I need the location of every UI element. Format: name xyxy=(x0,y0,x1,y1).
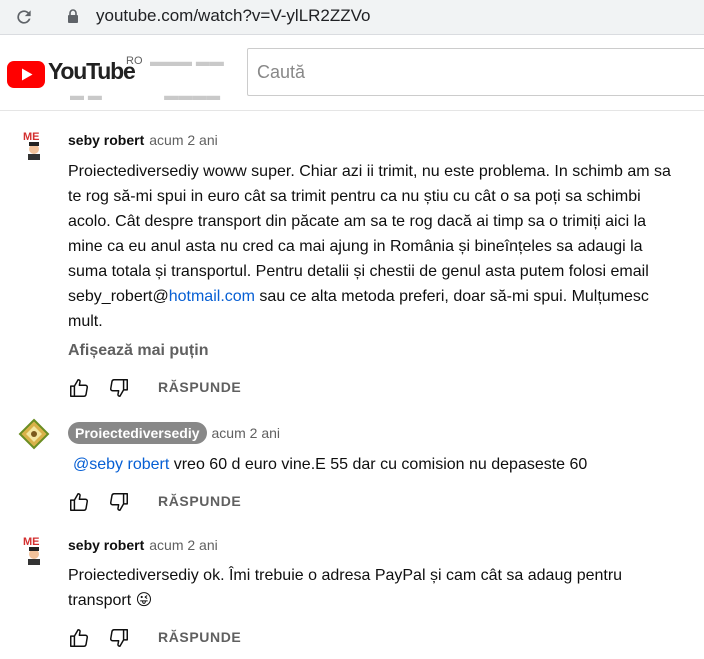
comment-time[interactable]: acum 2 ani xyxy=(149,132,217,148)
comment-body: Proiectediversediy woww super. Chiar azi… xyxy=(68,159,683,334)
email-link[interactable]: hotmail.com xyxy=(169,288,255,305)
show-less-button[interactable]: Afișează mai puțin xyxy=(68,342,208,360)
comment-actions: RĂSPUNDE xyxy=(68,491,468,515)
reload-icon[interactable] xyxy=(14,7,34,27)
ghost-scroll-text: ▬▬▬ ▬▬ xyxy=(150,53,224,69)
country-code: RO xyxy=(126,55,143,67)
comment-text: vreo 60 d euro vine.E 55 dar cu comision… xyxy=(169,456,588,473)
ghost-scroll-text: ▬ ▬ ▬▬▬▬ xyxy=(70,87,221,103)
youtube-logo-icon[interactable] xyxy=(7,61,45,88)
thumbs-down-icon[interactable] xyxy=(108,491,130,513)
thumbs-down-icon[interactable] xyxy=(108,377,130,399)
avatar[interactable]: ME xyxy=(21,535,47,565)
comment-text: Proiectediversediy woww super. Chiar azi… xyxy=(68,163,671,305)
thumbs-down-icon[interactable] xyxy=(108,627,130,649)
youtube-wordmark[interactable]: YouTube xyxy=(48,58,136,85)
avatar[interactable]: ME xyxy=(21,130,47,160)
reply-button[interactable]: RĂSPUNDE xyxy=(158,629,241,645)
search-input[interactable] xyxy=(248,49,704,95)
channel-owner-chip[interactable]: Proiectediversediy xyxy=(68,422,207,444)
comment-header: seby robert acum 2 ani xyxy=(68,132,218,148)
comment-actions: RĂSPUNDE xyxy=(68,627,468,651)
thumbs-up-icon[interactable] xyxy=(68,491,90,513)
youtube-header: ▬▬▬ ▬▬ ▬ ▬ ▬▬▬▬ YouTube RO xyxy=(0,35,704,111)
reply-button[interactable]: RĂSPUNDE xyxy=(158,493,241,509)
comment-body: Proiectediversediy ok. Îmi trebuie o adr… xyxy=(68,563,683,613)
reply-button[interactable]: RĂSPUNDE xyxy=(158,379,241,395)
svg-text:ME: ME xyxy=(23,131,40,143)
comment-time[interactable]: acum 2 ani xyxy=(149,537,217,553)
avatar[interactable] xyxy=(18,418,50,450)
comment-header: seby robert acum 2 ani xyxy=(68,537,218,553)
thumbs-up-icon[interactable] xyxy=(68,377,90,399)
lock-icon[interactable] xyxy=(67,9,79,23)
comment-author[interactable]: seby robert xyxy=(68,537,144,553)
tongue-out-emoji: 😜 xyxy=(135,592,153,609)
search-box[interactable] xyxy=(247,48,704,96)
comment-header: Proiectediversediy acum 2 ani xyxy=(68,422,280,444)
mention-link[interactable]: @seby robert xyxy=(73,456,169,473)
comment-body: @seby robert vreo 60 d euro vine.E 55 da… xyxy=(73,452,688,477)
url-text[interactable]: youtube.com/watch?v=V-ylLR2ZZVo xyxy=(96,6,371,26)
svg-text:ME: ME xyxy=(23,536,40,548)
thumbs-up-icon[interactable] xyxy=(68,627,90,649)
comment-time[interactable]: acum 2 ani xyxy=(212,425,280,441)
comment-author[interactable]: seby robert xyxy=(68,132,144,148)
comment-actions: RĂSPUNDE xyxy=(68,377,468,401)
browser-address-bar: youtube.com/watch?v=V-ylLR2ZZVo xyxy=(0,0,704,35)
